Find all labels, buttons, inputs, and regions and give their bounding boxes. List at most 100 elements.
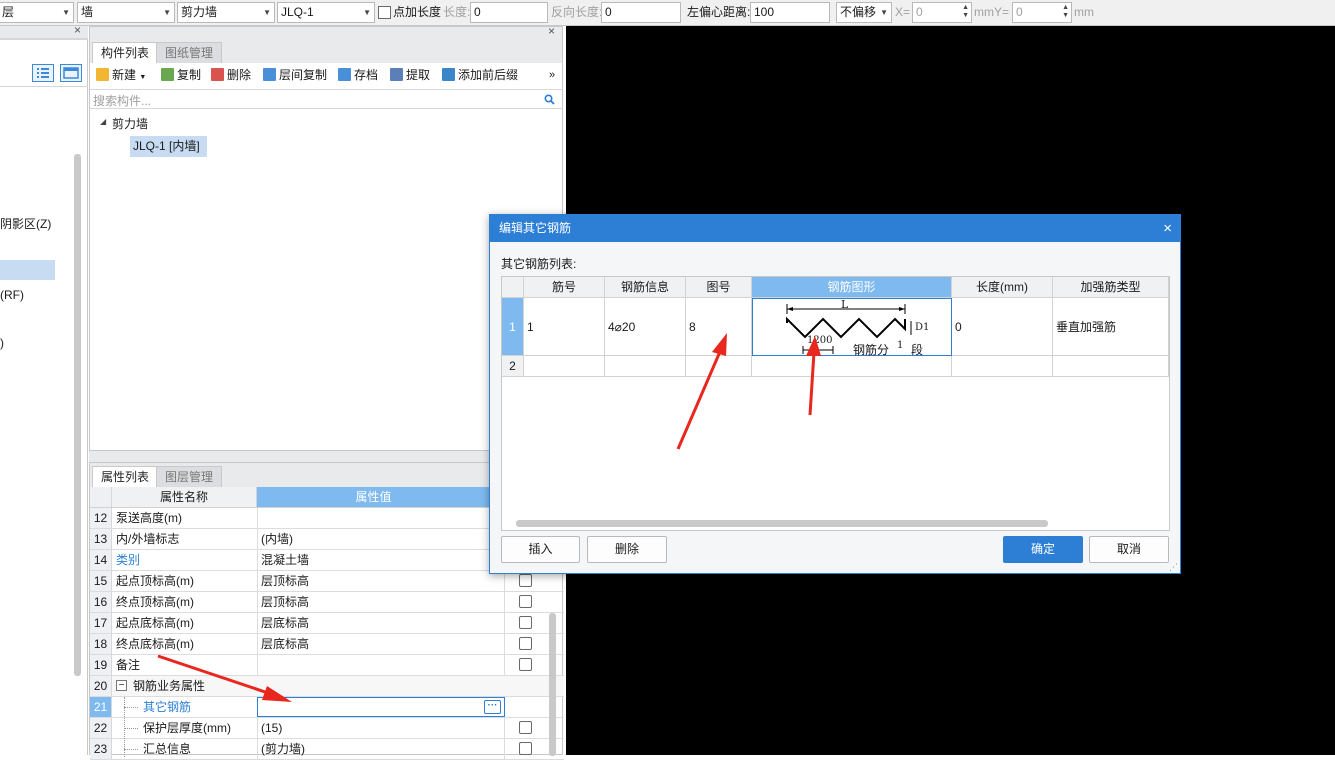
cell-length[interactable]: 0 (952, 298, 1053, 356)
property-row[interactable]: 15 起点顶标高(m) 层顶标高 (90, 571, 564, 592)
cell-figure-no[interactable]: 8 (686, 298, 752, 356)
floor-copy-button[interactable]: 层间复制 (263, 66, 327, 84)
cell-bar-no[interactable] (524, 356, 605, 377)
nav-item-selected[interactable] (0, 260, 55, 280)
cell-rebar-shape[interactable] (752, 356, 952, 377)
other-rebar-field[interactable]: ··· (257, 697, 505, 717)
tab-drawing-manage[interactable]: 图纸管理 (156, 42, 223, 63)
search-icon[interactable] (544, 94, 555, 105)
search-input[interactable]: 搜索构件... (93, 92, 151, 109)
cell-rebar-shape[interactable]: L D1 1200 钢筋分 1 段 (752, 298, 952, 357)
length-input[interactable]: 0 (470, 2, 548, 23)
property-checkbox[interactable] (519, 616, 532, 629)
y-input[interactable]: 0 ▲ ▼ (1012, 2, 1072, 23)
tab-layer-manage[interactable]: 图层管理 (156, 466, 223, 487)
property-checkbox[interactable] (519, 595, 532, 608)
grid-view-icon[interactable] (60, 64, 82, 82)
property-row[interactable]: 19 备注 (90, 655, 564, 676)
left-scrollbar[interactable] (74, 154, 81, 676)
cell-length[interactable] (952, 356, 1053, 377)
collapse-triangle-icon[interactable]: ◢ (100, 117, 106, 126)
property-checkbox[interactable] (519, 742, 532, 755)
add-prefix-button[interactable]: 添加前后缀 (442, 66, 518, 84)
ellipsis-button[interactable]: ··· (484, 700, 501, 714)
property-checkbox[interactable] (519, 658, 532, 671)
cell-rebar-info[interactable] (605, 356, 686, 377)
component-tabbar: 构件列表 图纸管理 (90, 39, 562, 63)
property-row[interactable]: 16 终点顶标高(m) 层顶标高 (90, 592, 564, 613)
cell-rebar-info[interactable]: 4⌀20 (605, 298, 686, 356)
copy-icon (161, 68, 174, 81)
cell-reinforce-type[interactable] (1053, 356, 1169, 377)
tree-root-shear-wall[interactable]: 剪力墙 (112, 115, 148, 132)
row-number: 12 (90, 508, 112, 528)
property-scrollbar[interactable] (549, 613, 556, 756)
property-row[interactable]: 22 保护层厚度(mm) (15) (90, 718, 564, 739)
archive-button[interactable]: 存档 (338, 66, 378, 84)
property-group-row[interactable]: 20− 钢筋业务属性 (90, 676, 564, 697)
value-cell[interactable] (257, 655, 505, 675)
property-row[interactable]: 17 起点底标高(m) 层底标高 (90, 613, 564, 634)
delete-button[interactable]: 删除 (587, 536, 667, 563)
floor-copy-label: 层间复制 (279, 68, 328, 82)
x-input[interactable]: 0 ▲ ▼ (912, 2, 972, 23)
delete-button[interactable]: 删除 (211, 66, 251, 84)
more-icon[interactable]: » (549, 66, 555, 84)
close-icon[interactable]: × (1163, 215, 1172, 242)
row-number[interactable]: 2 (502, 356, 524, 377)
insert-button[interactable]: 插入 (501, 536, 580, 563)
length-value: 0 (474, 5, 481, 19)
close-icon[interactable]: × (548, 24, 555, 38)
component-toolbar: 新建 ▼ 复制 删除 层间复制 存档 提取 添加前后缀 » (90, 66, 562, 86)
value-cell[interactable] (257, 529, 505, 549)
search-box[interactable]: 搜索构件... (90, 89, 562, 109)
component-select-value: JLQ-1 (281, 5, 314, 19)
property-row[interactable]: 18 终点底标高(m) 层底标高 (90, 634, 564, 655)
new-button[interactable]: 新建 ▼ (96, 66, 146, 87)
nav-item-rf[interactable]: (RF) (0, 288, 24, 302)
tab-component-list[interactable]: 构件列表 (92, 42, 159, 63)
property-row[interactable]: 23 汇总信息 (剪力墙) (90, 739, 564, 760)
cell-reinforce-type[interactable]: 垂直加强筋 (1053, 298, 1169, 356)
row-number[interactable]: 1 (502, 298, 524, 356)
list-view-icon[interactable] (32, 64, 54, 82)
shape-segments-value[interactable]: 1 (897, 340, 903, 351)
property-row-selected[interactable]: 21 其它钢筋 ··· (90, 697, 564, 718)
close-icon[interactable]: × (74, 23, 81, 37)
value-cell[interactable] (257, 718, 505, 738)
offset-mode-select[interactable]: 不偏移 ▼ (836, 2, 892, 23)
reverse-length-input[interactable]: 0 (601, 2, 681, 23)
cancel-button[interactable]: 取消 (1089, 536, 1169, 563)
tree-item-jlq-1[interactable]: JLQ-1 [内墙] (130, 136, 207, 157)
ok-button[interactable]: 确定 (1003, 536, 1083, 563)
category-select[interactable]: 墙 ▼ (77, 2, 175, 23)
property-checkbox[interactable] (519, 574, 532, 587)
offset-mode-value: 不偏移 (840, 5, 877, 19)
left-panel-header: × (0, 23, 88, 38)
cell-figure-no[interactable] (686, 356, 752, 377)
nav-item-paren[interactable]: ) (0, 336, 4, 350)
floor-select[interactable]: 层 ▼ (0, 2, 74, 23)
chevron-down-icon: ▼ (363, 8, 371, 17)
property-name: 内/外墙标志 (116, 532, 180, 546)
extract-button[interactable]: 提取 (390, 66, 430, 84)
type-select[interactable]: 剪力墙 ▼ (177, 2, 275, 23)
collapse-icon[interactable]: − (116, 680, 127, 691)
header-property-name: 属性名称 (112, 487, 257, 507)
property-value: (剪力墙) (261, 742, 305, 756)
nav-item-shadow-zone[interactable]: 阴影区(Z) (0, 215, 51, 232)
add-length-checkbox[interactable] (378, 6, 391, 19)
row-number: 19 (90, 655, 112, 675)
value-cell[interactable] (257, 508, 505, 528)
left-offset-input[interactable]: 100 (750, 2, 830, 23)
top-toolbar: 层 ▼ 墙 ▼ 剪力墙 ▼ JLQ-1 ▼ 点加长度 长度: 0 反向长度: 0 左偏心… (0, 0, 1335, 26)
property-checkbox[interactable] (519, 637, 532, 650)
grid-h-scrollbar[interactable] (516, 520, 1048, 527)
tab-property-list[interactable]: 属性列表 (92, 466, 159, 487)
resize-grip-icon[interactable]: ⋰ (1169, 562, 1178, 573)
component-select[interactable]: JLQ-1 ▼ (277, 2, 375, 23)
chevron-down-icon: ▼ (139, 74, 147, 81)
property-checkbox[interactable] (519, 721, 532, 734)
cell-bar-no[interactable]: 1 (524, 298, 605, 356)
copy-button[interactable]: 复制 (161, 66, 201, 84)
